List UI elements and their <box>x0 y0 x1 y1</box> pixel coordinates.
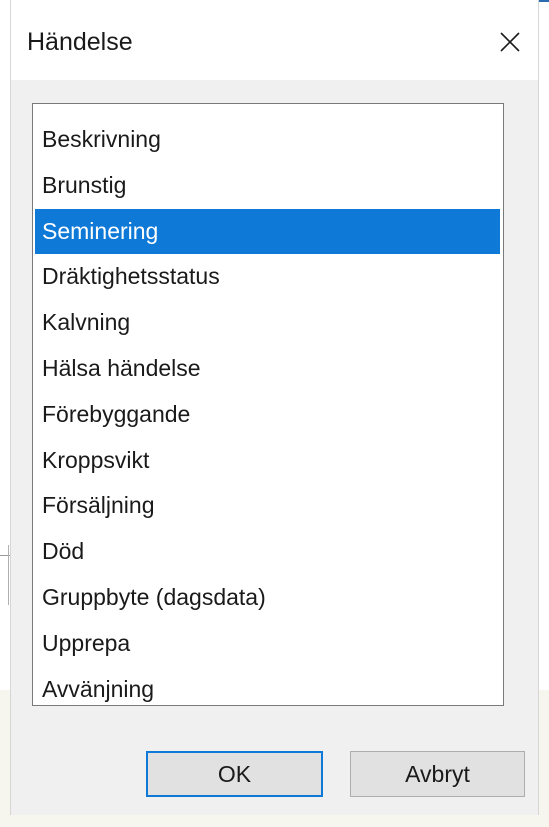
event-dialog: Händelse Beskrivning Brunstig Seminering… <box>10 0 539 815</box>
list-item-forebyggande[interactable]: Förebyggande <box>33 392 503 438</box>
list-item-gruppbyte[interactable]: Gruppbyte (dagsdata) <box>33 575 503 621</box>
close-icon <box>500 32 520 52</box>
dialog-body: Beskrivning Brunstig Seminering Dräktigh… <box>11 80 538 815</box>
list-item-avvanjning[interactable]: Avvänjning <box>33 667 503 713</box>
list-item-brunstig[interactable]: Brunstig <box>33 163 503 209</box>
event-listbox[interactable]: Beskrivning Brunstig Seminering Dräktigh… <box>32 103 504 706</box>
cancel-button[interactable]: Avbryt <box>350 751 525 797</box>
list-item-seminering[interactable]: Seminering <box>35 208 500 255</box>
list-item-kroppsvikt[interactable]: Kroppsvikt <box>33 438 503 484</box>
list-item-draktighetsstatus[interactable]: Dräktighetsstatus <box>33 254 503 300</box>
list-item-upprepa[interactable]: Upprepa <box>33 621 503 667</box>
background-divider-vertical <box>8 545 9 605</box>
ok-button[interactable]: OK <box>146 751 323 797</box>
list-item-dod[interactable]: Död <box>33 529 503 575</box>
list-item-beskrivning[interactable]: Beskrivning <box>33 117 503 163</box>
dialog-titlebar: Händelse <box>11 0 538 80</box>
close-button[interactable] <box>490 22 530 62</box>
list-item-forsaljning[interactable]: Försäljning <box>33 483 503 529</box>
list-item-halsa-handelse[interactable]: Hälsa händelse <box>33 346 503 392</box>
list-item-kalvning[interactable]: Kalvning <box>33 300 503 346</box>
dialog-title: Händelse <box>27 28 133 56</box>
